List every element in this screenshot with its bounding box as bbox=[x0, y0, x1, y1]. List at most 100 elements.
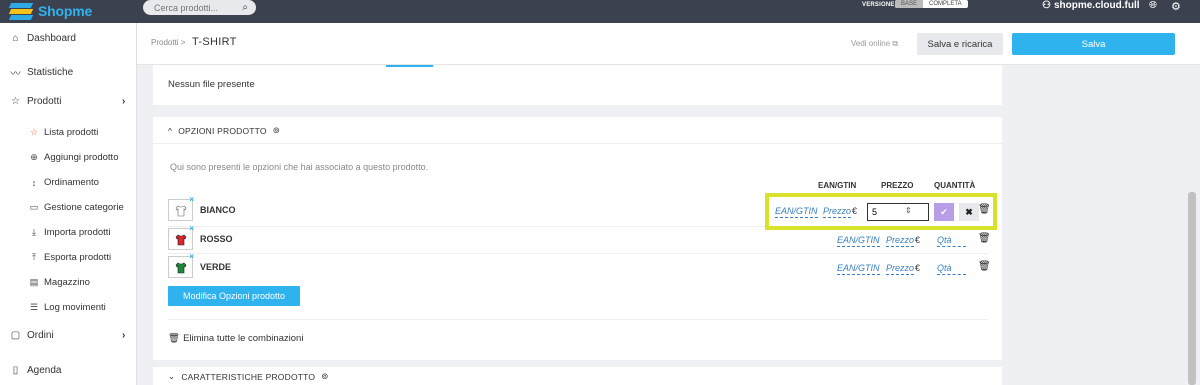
trend-icon: 〰 bbox=[10, 69, 21, 80]
price-edit-link[interactable]: Prezzo bbox=[886, 235, 915, 247]
option-image[interactable]: × bbox=[168, 195, 194, 221]
version-option-base[interactable]: BASE bbox=[895, 0, 924, 8]
column-header-prezzo: PREZZO bbox=[881, 181, 914, 190]
sidebar-subitem-log-movimenti[interactable]: ☰ Log movimenti bbox=[29, 302, 106, 313]
star-icon: ☆ bbox=[29, 127, 39, 137]
sidebar-subitem-label: Lista prodotti bbox=[44, 127, 99, 138]
divider bbox=[168, 319, 987, 320]
sidebar-subitem-label: Log movimenti bbox=[44, 302, 106, 313]
account-menu[interactable]: ⚇ shopme.cloud.full bbox=[1042, 0, 1140, 11]
vedi-online-label: Vedi online bbox=[851, 39, 891, 48]
sidebar-subitem-importa-prodotti[interactable]: ⤓ Importa prodotti bbox=[29, 227, 111, 238]
sidebar-subitem-magazzino[interactable]: ▤ Magazzino bbox=[29, 277, 90, 288]
user-icon: ⚇ bbox=[1042, 0, 1051, 11]
sidebar-subitem-label: Esporta prodotti bbox=[44, 252, 112, 263]
sidebar-subitem-label: Gestione categorie bbox=[44, 202, 124, 213]
sidebar-item-prodotti[interactable]: ☆ Prodotti › bbox=[10, 96, 135, 107]
chevron-down-icon[interactable]: ⌄ bbox=[168, 371, 175, 382]
remove-image-icon[interactable]: × bbox=[189, 252, 194, 261]
book-icon: ▯ bbox=[12, 365, 19, 376]
page-header: Prodotti > T-SHIRT Vedi online ⧉ Salva e… bbox=[137, 23, 1200, 65]
option-row-rosso: × ROSSO EAN/GTIN Prezzo € Qtà 🗑︎ bbox=[168, 224, 991, 254]
sidebar-subitem-label: Importa prodotti bbox=[44, 227, 111, 238]
chevron-up-icon[interactable]: ^ bbox=[168, 126, 172, 136]
delete-all-combinations-link[interactable]: 🗑︎ Elimina tutte le combinazioni bbox=[168, 333, 303, 344]
search-icon[interactable]: ⌕ bbox=[242, 2, 248, 13]
euro-symbol: € bbox=[915, 235, 921, 245]
price-edit-link[interactable]: Prezzo bbox=[886, 263, 915, 275]
highlight-box bbox=[765, 193, 997, 230]
home-icon: ⌂ bbox=[12, 33, 19, 44]
sidebar-item-label: Dashboard bbox=[27, 33, 76, 44]
ean-edit-link[interactable]: EAN/GTIN bbox=[837, 235, 880, 247]
version-toggle[interactable]: BASE COMPLETA bbox=[895, 0, 968, 8]
tshirt-icon bbox=[175, 262, 187, 274]
folder-icon: ▭ bbox=[29, 202, 39, 212]
column-header-quantita: QUANTITÀ bbox=[934, 181, 976, 190]
sidebar-item-label: Agenda bbox=[27, 365, 62, 376]
page-title: T-SHIRT bbox=[192, 36, 237, 48]
sidebar-item-ordini[interactable]: ▢ Ordini › bbox=[10, 330, 135, 341]
sidebar-subitem-esporta-prodotti[interactable]: ⤒ Esporta prodotti bbox=[29, 252, 111, 263]
divider bbox=[153, 143, 1002, 144]
remove-image-icon[interactable]: × bbox=[189, 195, 194, 204]
euro-symbol: € bbox=[915, 263, 921, 273]
options-intro-text: Qui sono presenti le opzioni che hai ass… bbox=[170, 162, 429, 172]
globe-icon[interactable]: 🌐︎ bbox=[1149, 0, 1157, 11]
logo-mark-icon bbox=[8, 2, 34, 20]
option-image[interactable]: × bbox=[168, 224, 194, 250]
star-icon: ☆ bbox=[11, 96, 20, 107]
search-box[interactable]: ⌕ bbox=[143, 0, 256, 15]
sidebar-subitem-gestione-categorie[interactable]: ▭ Gestione categorie bbox=[29, 202, 124, 213]
option-image[interactable]: × bbox=[168, 252, 194, 278]
version-option-completa[interactable]: COMPLETA bbox=[923, 0, 968, 8]
scrollbar[interactable] bbox=[1188, 192, 1196, 385]
characteristics-section-header[interactable]: ⌄ CARATTERISTICHE PRODOTTO ⊚ bbox=[168, 371, 329, 382]
breadcrumb-chevron-icon: > bbox=[178, 38, 186, 47]
info-icon[interactable]: ⊚ bbox=[273, 125, 280, 136]
sidebar-item-dashboard[interactable]: ⌂ Dashboard bbox=[10, 33, 76, 44]
box-icon: ▢ bbox=[10, 330, 21, 341]
option-name: BIANCO bbox=[200, 205, 236, 215]
info-icon[interactable]: ⊚ bbox=[321, 371, 328, 382]
logo[interactable]: Shopme bbox=[8, 2, 92, 20]
trash-icon[interactable]: 🗑︎ bbox=[978, 233, 991, 244]
export-icon: ⤒ bbox=[32, 252, 36, 262]
option-name: VERDE bbox=[200, 262, 232, 272]
files-card: Nessun file presente bbox=[153, 65, 1002, 105]
quantity-edit-link[interactable]: Qtà bbox=[937, 263, 966, 275]
edit-options-button[interactable]: Modifica Opzioni prodotto bbox=[168, 286, 300, 306]
chevron-right-icon: › bbox=[122, 330, 126, 341]
breadcrumb-link[interactable]: Prodotti bbox=[151, 38, 179, 47]
plus-circle-icon: ⊕ bbox=[30, 152, 38, 162]
version-label: VERSIONE bbox=[862, 2, 895, 8]
sidebar-subitem-aggiungi-prodotto[interactable]: ⊕ Aggiungi prodotto bbox=[29, 152, 118, 163]
import-icon: ⤓ bbox=[32, 227, 36, 237]
sidebar-item-agenda[interactable]: ▯ Agenda bbox=[10, 365, 62, 376]
gear-icon[interactable]: ⚙ bbox=[1171, 0, 1181, 13]
remove-image-icon[interactable]: × bbox=[189, 224, 194, 233]
tshirt-icon bbox=[175, 205, 187, 217]
sidebar-subitem-lista-prodotti[interactable]: ☆ Lista prodotti bbox=[29, 127, 98, 138]
trash-icon: 🗑︎ bbox=[168, 333, 181, 344]
sidebar-item-statistiche[interactable]: 〰 Statistiche bbox=[10, 65, 74, 80]
quantity-edit-link[interactable]: Qtà bbox=[937, 235, 966, 247]
options-section-header[interactable]: ^ OPZIONI PRODOTTO ⊚ bbox=[168, 125, 280, 136]
sidebar-item-label: Ordini bbox=[27, 330, 54, 341]
warehouse-icon: ▤ bbox=[29, 277, 39, 287]
list-icon: ☰ bbox=[29, 302, 39, 312]
save-button[interactable]: Salva bbox=[1012, 33, 1175, 55]
save-and-reload-button[interactable]: Salva e ricarica bbox=[917, 33, 1003, 55]
sidebar-item-label: Statistiche bbox=[27, 67, 74, 78]
tshirt-icon bbox=[175, 234, 187, 246]
sidebar-subitem-label: Aggiungi prodotto bbox=[44, 152, 119, 163]
sidebar-subitem-ordinamento[interactable]: ↕ Ordinamento bbox=[29, 177, 99, 188]
vedi-online-link[interactable]: Vedi online ⧉ bbox=[851, 39, 898, 49]
search-input[interactable] bbox=[154, 2, 234, 13]
option-row-verde: × VERDE EAN/GTIN Prezzo € Qtà 🗑︎ bbox=[168, 252, 991, 282]
delete-all-label: Elimina tutte le combinazioni bbox=[183, 333, 304, 344]
chevron-right-icon: › bbox=[122, 96, 126, 107]
breadcrumb[interactable]: Prodotti > bbox=[151, 38, 185, 47]
ean-edit-link[interactable]: EAN/GTIN bbox=[837, 263, 880, 275]
trash-icon[interactable]: 🗑︎ bbox=[978, 261, 991, 272]
